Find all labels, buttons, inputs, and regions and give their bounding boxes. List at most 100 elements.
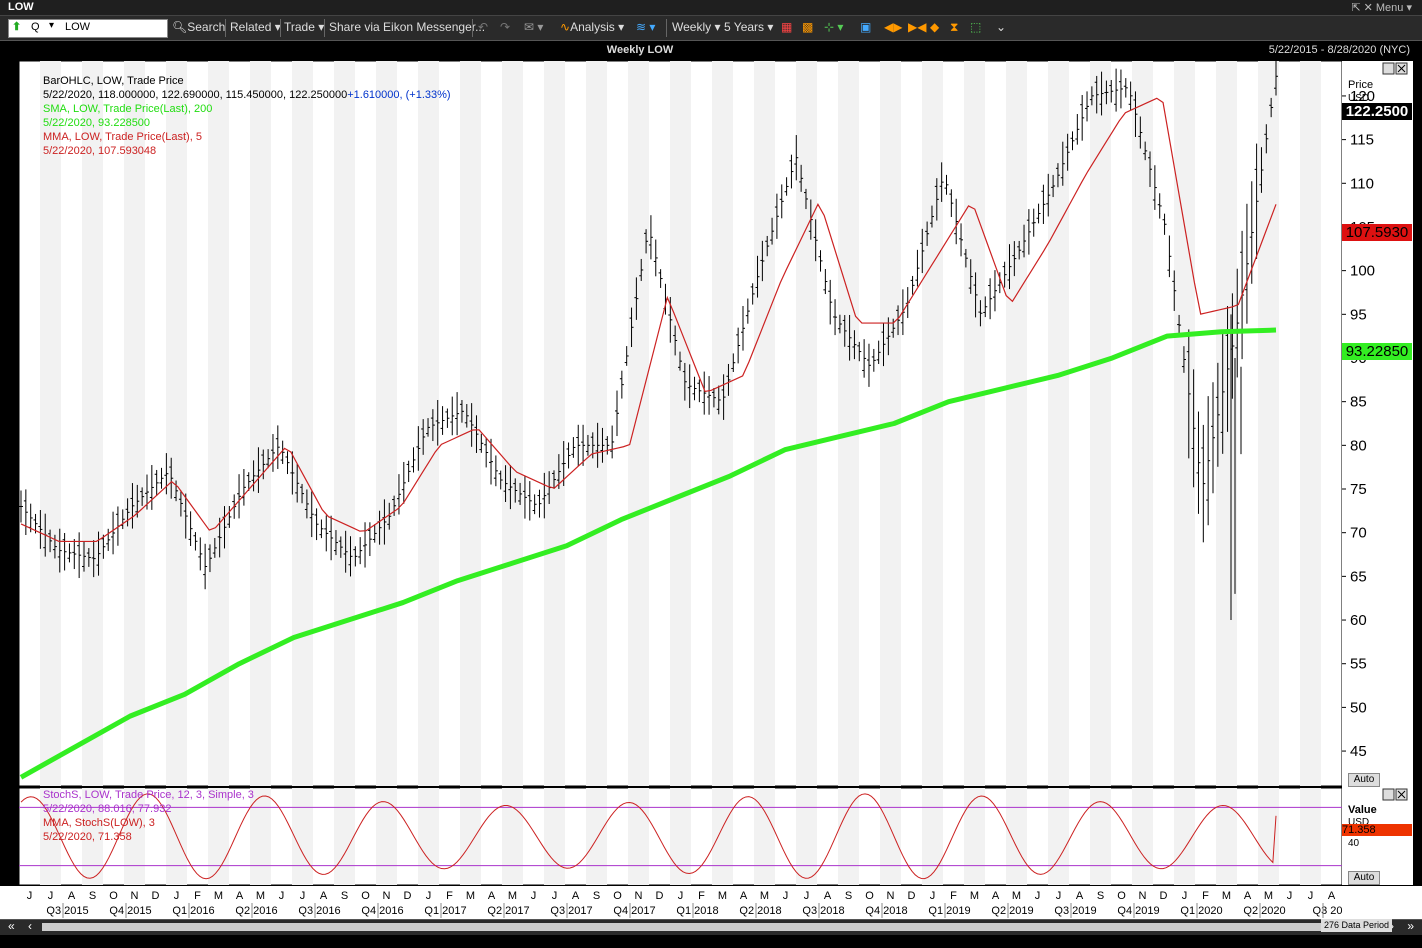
month-stripe: [754, 788, 775, 885]
month-tick-label: D: [404, 890, 412, 902]
y-tick-label: 70: [1350, 525, 1367, 542]
y-tick-label: 100: [1350, 263, 1375, 280]
panel-maximize-icon: [1382, 788, 1395, 801]
month-stripe: [292, 788, 313, 885]
month-stripe: [1258, 788, 1279, 885]
month-tick-label: M: [1222, 890, 1231, 902]
y-tick-label: 65: [1350, 568, 1367, 585]
y-tick-label: 60: [1350, 612, 1367, 629]
month-tick-label: J: [426, 890, 432, 902]
month-stripe: [1048, 788, 1069, 885]
scroll-prev-icon[interactable]: ‹: [28, 919, 32, 933]
legend-sma-value: 5/22/2020, 93.228500: [43, 117, 151, 129]
month-stripe: [964, 61, 985, 786]
month-stripe: [586, 61, 607, 786]
scroll-last-icon[interactable]: »: [1407, 919, 1414, 933]
quarter-tick-label: Q3 2017: [550, 905, 592, 917]
auto-scale-button-lower[interactable]: Auto: [1348, 871, 1380, 885]
month-stripe: [502, 788, 523, 885]
month-stripe: [922, 788, 943, 885]
quarter-tick-label: Q1 2019: [928, 905, 970, 917]
month-tick-label: S: [593, 890, 600, 902]
month-stripe: [250, 788, 271, 885]
quarter-tick-label: Q3 2016: [298, 905, 340, 917]
quarter-tick-label: Q4 2018: [865, 905, 907, 917]
month-tick-label: D: [908, 890, 916, 902]
month-stripe: [628, 61, 649, 786]
quarter-tick-label: Q3 20: [1313, 905, 1343, 917]
month-tick-label: O: [613, 890, 622, 902]
month-stripe: [502, 61, 523, 786]
quarter-tick-label: Q4 2015: [109, 905, 151, 917]
month-stripe: [838, 61, 859, 786]
quarter-tick-label: Q4 2019: [1117, 905, 1159, 917]
month-tick-label: N: [1139, 890, 1147, 902]
scrollbar[interactable]: « ‹ › »: [0, 919, 1422, 935]
month-stripe: [1090, 61, 1111, 786]
scroll-thumb[interactable]: [42, 923, 1382, 931]
last-price-badge: 122.2500: [1342, 103, 1412, 120]
month-tick-label: J: [552, 890, 558, 902]
quarter-tick-label: Q1 2018: [676, 905, 718, 917]
month-stripe: [544, 61, 565, 786]
panel-maximize-icon: [1382, 62, 1395, 75]
month-stripe: [544, 788, 565, 885]
month-stripe: [880, 788, 901, 885]
month-tick-label: A: [1328, 890, 1336, 902]
month-tick-label: J: [174, 890, 180, 902]
legend-mma-value: 5/22/2020, 107.593048: [43, 145, 157, 157]
month-tick-label: F: [698, 890, 705, 902]
quarter-tick-label: Q1 2020: [1180, 905, 1222, 917]
month-tick-label: J: [1287, 890, 1293, 902]
month-stripe: [124, 61, 145, 786]
month-stripe: [712, 788, 733, 885]
y-tick-label: 45: [1350, 743, 1367, 760]
value-axis-title: Value: [1348, 804, 1377, 816]
month-tick-label: F: [950, 890, 957, 902]
quarter-tick-label: Q2 2020: [1243, 905, 1285, 917]
month-tick-label: J: [300, 890, 306, 902]
month-stripe: [1006, 788, 1027, 885]
month-tick-label: A: [992, 890, 1000, 902]
month-stripe: [1132, 788, 1153, 885]
legend-stoch-values: 5/22/2020, 88.016, 77.932: [43, 803, 172, 815]
legend-stoch: StochS, LOW, Trade Price, 12, 3, Simple,…: [43, 789, 254, 801]
month-tick-label: N: [887, 890, 895, 902]
quarter-tick-label: Q4 2017: [613, 905, 655, 917]
month-tick-label: O: [109, 890, 118, 902]
mma-price-badge: 107.5930: [1342, 224, 1412, 241]
month-stripe: [166, 61, 187, 786]
month-tick-label: S: [89, 890, 96, 902]
month-tick-label: J: [783, 890, 789, 902]
auto-scale-button[interactable]: Auto: [1348, 773, 1380, 787]
legend-mma: MMA, LOW, Trade Price(Last), 5: [43, 131, 202, 143]
legend-sma: SMA, LOW, Trade Price(Last), 200: [43, 103, 213, 115]
month-stripe: [40, 61, 61, 786]
quarter-tick-label: Q1 2017: [424, 905, 466, 917]
month-tick-label: S: [1097, 890, 1104, 902]
month-tick-label: A: [572, 890, 580, 902]
month-tick-label: A: [1244, 890, 1252, 902]
month-stripe: [922, 61, 943, 786]
month-tick-label: A: [320, 890, 328, 902]
month-stripe: [964, 788, 985, 885]
month-tick-label: F: [194, 890, 201, 902]
month-stripe: [1300, 61, 1321, 786]
month-stripe: [586, 788, 607, 885]
month-tick-label: M: [1012, 890, 1021, 902]
month-tick-label: M: [256, 890, 265, 902]
month-tick-label: A: [824, 890, 832, 902]
price-chart[interactable]: JJASONDJFMAMJJASONDJFMAMJJASONDJFMAMJJAS…: [0, 0, 1422, 948]
month-tick-label: M: [718, 890, 727, 902]
month-stripe: [334, 788, 355, 885]
y-tick-label: 110: [1350, 175, 1374, 192]
legend-ohlc-values: 5/22/2020, 118.000000, 122.690000, 115.4…: [43, 89, 451, 101]
month-stripe: [796, 788, 817, 885]
y-tick-label: 95: [1350, 306, 1367, 323]
month-tick-label: J: [279, 890, 285, 902]
month-tick-label: M: [970, 890, 979, 902]
month-stripe: [754, 61, 775, 786]
month-tick-label: S: [341, 890, 348, 902]
scroll-first-icon[interactable]: «: [8, 919, 15, 933]
month-tick-label: D: [656, 890, 664, 902]
